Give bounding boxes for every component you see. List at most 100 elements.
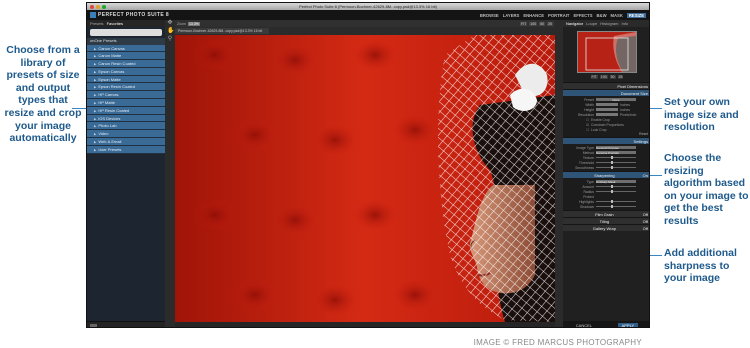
close-window-button[interactable] [90, 4, 94, 9]
section-document-size[interactable]: Document Size [563, 89, 649, 96]
zoom-select[interactable]: 13.3% [187, 21, 200, 26]
preset-item[interactable]: HP Canvas [87, 91, 165, 100]
tab-loupe[interactable]: Loupe [586, 21, 597, 26]
preset-select[interactable]: None [596, 97, 636, 102]
resolution-field[interactable] [596, 112, 618, 117]
preset-item[interactable]: Video [87, 130, 165, 139]
smoothness-slider[interactable] [596, 166, 636, 169]
minimize-window-button[interactable] [96, 4, 100, 9]
module-bw[interactable]: B&W [597, 13, 607, 18]
amount-slider[interactable] [596, 185, 636, 188]
module-layers[interactable]: LAYERS [503, 13, 520, 18]
navigator-image [578, 32, 636, 72]
zoom-label: Zoom [177, 21, 186, 26]
texture-slider[interactable] [596, 156, 636, 159]
shadows-label: Shadows [580, 204, 594, 209]
module-resize[interactable]: RESIZE [626, 12, 646, 18]
tab-info[interactable]: Info [621, 21, 628, 26]
view-100-button[interactable]: 100 [529, 21, 538, 26]
presets-panel: Presets Favorites onOne Presets Canon Ca… [87, 20, 165, 327]
callout-resize-algorithm: Choose the resizing algorithm based on y… [664, 152, 749, 227]
section-tiling[interactable]: Tiling Off [563, 217, 649, 224]
section-pixel-dimensions[interactable]: Pixel Dimensions [563, 82, 649, 89]
view-fit-button[interactable]: FIT [520, 21, 528, 26]
image-type-select[interactable]: General Purpose [596, 145, 636, 150]
preset-item[interactable]: Web & Email [87, 138, 165, 146]
nav-50-button[interactable]: 50 [609, 75, 616, 79]
logo-text: PERFECT PHOTO SUITE 8 [98, 12, 170, 18]
radius-label: Radius [583, 189, 594, 194]
preset-search-input[interactable] [90, 29, 162, 36]
lock-crop-checkbox[interactable]: ☐ [586, 128, 589, 132]
transform-tool-icon[interactable]: ✥ [167, 20, 173, 26]
height-label: Height [584, 107, 594, 112]
preset-item[interactable]: Canon Resin Coated [87, 60, 165, 68]
view-toolbar: Zoom 13.3% FIT 100 50 25 [175, 20, 555, 27]
preset-item[interactable]: Epson Resin Coated [87, 83, 165, 92]
width-field[interactable] [596, 102, 618, 107]
section-tiling-label: Tiling [599, 219, 610, 224]
section-sharpening[interactable]: Sharpening On [563, 171, 649, 178]
enable-crop-checkbox[interactable]: ☐ [586, 118, 589, 122]
nav-fit-button[interactable]: FIT [590, 75, 598, 79]
tiling-toggle[interactable]: Off [643, 219, 648, 224]
preset-item[interactable]: Epson Canvas [87, 67, 165, 76]
image-canvas[interactable] [175, 35, 555, 322]
view-25-button[interactable]: 25 [547, 21, 553, 26]
zoom-tool-icon[interactable]: ⚲ [167, 36, 173, 42]
preset-item[interactable]: Photo Lab [87, 122, 165, 131]
title-bar: Perfect Photo Suite 8 (Permoon-Bochner-4… [87, 3, 649, 10]
height-field[interactable] [596, 107, 618, 112]
module-portrait[interactable]: PORTRAIT [548, 13, 569, 18]
film-grain-toggle[interactable]: Off [643, 212, 648, 217]
apply-button[interactable]: APPLY [617, 322, 639, 327]
preset-item[interactable]: iOS Devices [87, 114, 165, 123]
module-browse[interactable]: BROWSE [480, 13, 499, 18]
callout-sharpness: Add additional sharpness to your image [664, 247, 737, 285]
cancel-button[interactable]: CANCEL [576, 323, 592, 328]
preset-item[interactable]: HP Resin Coated [87, 106, 165, 115]
zoom-window-button[interactable] [102, 4, 106, 9]
sharpen-type-select[interactable]: Unsharp Mask [596, 179, 636, 184]
nav-100-button[interactable]: 100 [599, 75, 608, 79]
tab-favorites[interactable]: Favorites [107, 21, 123, 26]
module-enhance[interactable]: ENHANCE [523, 13, 544, 18]
section-gallery-wrap-label: Gallery Wrap [592, 226, 616, 231]
document-size-reset-button[interactable]: Reset [639, 132, 648, 136]
shadows-slider[interactable] [596, 205, 636, 208]
constrain-proportions-checkbox[interactable]: ☑ [586, 123, 589, 127]
module-effects[interactable]: EFFECTS [573, 13, 592, 18]
preset-item[interactable]: Canon Matte [87, 52, 165, 61]
image-type-label: Image Type [576, 145, 594, 150]
navigator-thumbnail[interactable] [577, 31, 637, 73]
smoothness-label: Smoothness [575, 165, 594, 170]
sharpening-toggle[interactable]: On [643, 173, 648, 178]
preset-item[interactable]: Epson Matte [87, 75, 165, 84]
method-select[interactable]: Genuine Fractals [596, 150, 636, 155]
panel-toggle-icon[interactable] [90, 324, 97, 327]
section-film-grain[interactable]: Film Grain Off [563, 210, 649, 217]
section-sharpening-label: Sharpening [594, 173, 615, 178]
view-50-button[interactable]: 50 [539, 21, 546, 26]
nav-25-button[interactable]: 25 [617, 75, 624, 79]
tab-histogram[interactable]: Histogram [600, 21, 618, 26]
tab-presets[interactable]: Presets [90, 21, 104, 26]
app-logo: PERFECT PHOTO SUITE 8 [90, 12, 169, 18]
module-mask[interactable]: MASK [611, 13, 623, 18]
resolution-unit-select[interactable]: Pixels/Inch [620, 113, 636, 117]
highlights-slider[interactable] [596, 200, 636, 203]
preset-item[interactable]: Canon Canvas [87, 44, 165, 53]
lock-crop-label: Lock Crop [591, 127, 607, 132]
threshold-slider[interactable] [596, 161, 636, 164]
hand-tool-icon[interactable]: ✋ [167, 28, 174, 34]
gallery-wrap-toggle[interactable]: Off [643, 226, 648, 231]
document-tab[interactable]: Permoon-Bochner-42629-8M- copy.psd@13.3%… [175, 28, 269, 34]
preset-item[interactable]: User Presets [87, 145, 165, 154]
tab-navigator[interactable]: Navigator [566, 21, 583, 26]
section-gallery-wrap[interactable]: Gallery Wrap Off [563, 224, 649, 231]
height-unit-select[interactable]: Inches [620, 108, 630, 112]
preset-item[interactable]: HP Matte [87, 99, 165, 107]
radius-slider[interactable] [596, 190, 636, 193]
width-unit-select[interactable]: Inches [620, 103, 630, 107]
section-settings[interactable]: Settings [563, 137, 649, 144]
